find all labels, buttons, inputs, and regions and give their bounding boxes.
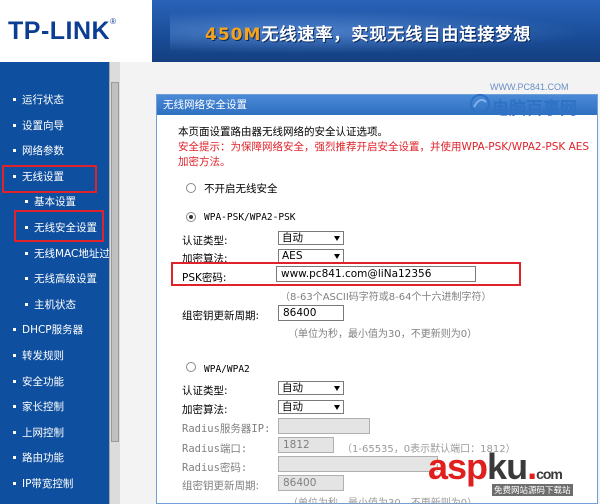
radio-no-security-label: 不开启无线安全 <box>204 183 278 195</box>
header-slogan: 450M无线速率，实现无线自由连接梦想 <box>205 25 532 45</box>
radius-port-label: Radius端口: <box>182 443 248 455</box>
radio-wpa-psk-label: WPA-PSK/WPA2-PSK <box>204 212 296 223</box>
radius-server-ip-label: Radius服务器IP: <box>182 423 271 435</box>
sidebar-item-routing[interactable]: 路由功能 <box>0 448 109 468</box>
wpa-group-key-period-hint: （单位为秒，最小值为30，不更新则为0） <box>288 498 478 504</box>
sidebar-item-mac-filter[interactable]: 无线MAC地址过滤 <box>0 244 109 264</box>
sidebar-item-wireless-advanced[interactable]: 无线高级设置 <box>0 269 109 289</box>
sidebar-item-access-control[interactable]: 上网控制 <box>0 423 109 443</box>
sidebar-item-network[interactable]: 网络参数 <box>0 141 109 161</box>
radio-wpa-enterprise[interactable] <box>186 362 196 372</box>
watermark-aspku-subtitle: 免费网站源码下载站 <box>492 484 573 496</box>
sidebar-item-parental[interactable]: 家长控制 <box>0 397 109 417</box>
psk-group-key-period-label: 组密钥更新周期: <box>182 310 260 322</box>
sidebar-item-wizard[interactable]: 设置向导 <box>0 116 109 136</box>
sidebar-nav: 运行状态 设置向导 网络参数 无线设置 基本设置 无线安全设置 无线MAC地址过… <box>0 62 120 504</box>
radius-password-label: Radius密码: <box>182 462 248 474</box>
radio-wpa-enterprise-label: WPA/WPA2 <box>204 364 250 375</box>
sidebar-item-wireless[interactable]: 无线设置 <box>0 167 109 187</box>
watermark-aspku: aspku.com <box>428 446 563 487</box>
sidebar-item-host-status[interactable]: 主机状态 <box>0 295 109 315</box>
radio-wpa-psk[interactable] <box>186 212 196 222</box>
chevron-down-icon <box>334 405 340 410</box>
sidebar-item-forwarding[interactable]: 转发规则 <box>0 346 109 366</box>
radius-server-ip-input[interactable] <box>278 418 370 434</box>
psk-group-key-period-hint: （单位为秒，最小值为30，不更新则为0） <box>288 329 478 340</box>
tp-link-logo: TP-LINK® <box>8 17 117 45</box>
radius-port-input[interactable]: 1812 <box>278 437 334 453</box>
chevron-down-icon <box>334 254 340 259</box>
wpa-encryption-select[interactable]: 自动 <box>278 400 344 414</box>
watermark-site-name: 电脑百事网 <box>492 99 577 119</box>
radio-no-security[interactable] <box>186 183 196 193</box>
sidebar-item-wireless-security[interactable]: 无线安全设置 <box>0 218 109 238</box>
sidebar-item-wireless-basic[interactable]: 基本设置 <box>0 192 109 212</box>
psk-auth-type-select[interactable]: 自动 <box>278 231 344 245</box>
psk-password-input[interactable]: www.pc841.com@liNa12356 <box>276 266 476 282</box>
sidebar-item-dhcp[interactable]: DHCP服务器 <box>0 320 109 340</box>
wpa-auth-type-label: 认证类型: <box>182 385 228 397</box>
chevron-down-icon <box>334 236 340 241</box>
header-banner: TP-LINK® 450M无线速率，实现无线自由连接梦想 <box>0 0 600 62</box>
psk-password-label: PSK密码: <box>182 272 227 284</box>
sidebar-item-security[interactable]: 安全功能 <box>0 372 109 392</box>
psk-auth-type-label: 认证类型: <box>182 235 228 247</box>
wpa-encryption-label: 加密算法: <box>182 404 228 416</box>
wpa-group-key-period-input[interactable]: 86400 <box>278 475 344 491</box>
psk-encryption-select[interactable]: AES <box>278 249 344 263</box>
wpa-group-key-period-label: 组密钥更新周期: <box>182 480 260 492</box>
security-warning-line1: 安全提示：为保障网络安全，强烈推荐开启安全设置，并使用WPA-PSK/WPA2-… <box>178 141 590 153</box>
sidebar-scroll-thumb[interactable] <box>111 82 119 442</box>
radius-password-input[interactable] <box>278 456 438 472</box>
psk-password-hint: （8-63个ASCII码字符或8-64个十六进制字符） <box>280 292 492 303</box>
psk-encryption-label: 加密算法: <box>182 253 228 265</box>
chevron-down-icon <box>334 386 340 391</box>
psk-group-key-period-input[interactable]: 86400 <box>278 305 344 321</box>
sidebar-scrollbar[interactable] <box>109 62 120 504</box>
sidebar-item-bandwidth[interactable]: IP带宽控制 <box>0 474 109 494</box>
logo-area: TP-LINK® <box>0 0 152 62</box>
page-description: 本页面设置路由器无线网络的安全认证选项。 <box>178 126 388 138</box>
security-warning-line2: 加密方法。 <box>178 156 231 168</box>
watermark-site-url: WWW.PC841.COM <box>490 82 569 92</box>
wpa-auth-type-select[interactable]: 自动 <box>278 381 344 395</box>
sidebar-item-status[interactable]: 运行状态 <box>0 90 109 110</box>
